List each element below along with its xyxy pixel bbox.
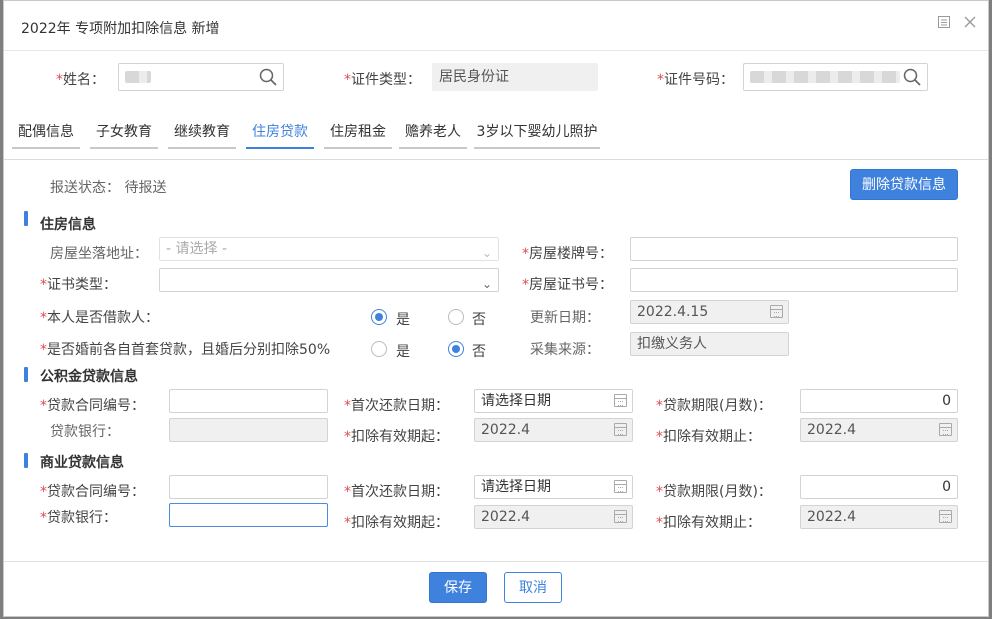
report-status: 报送状态： 待报送 — [50, 180, 167, 196]
section-title-fund-loan: 公积金贷款信息 — [40, 369, 138, 385]
fund-term-label: *贷款期限(月数)： — [656, 398, 772, 414]
fund-first-repay-date[interactable]: 请选择日期 — [474, 389, 633, 413]
section-marker — [24, 453, 28, 468]
no-label: 否 — [472, 312, 486, 328]
name-input[interactable] — [118, 63, 284, 91]
calendar-icon — [614, 394, 627, 407]
update-date-label: 更新日期： — [530, 310, 600, 326]
self-borrower-label: *本人是否借款人： — [40, 310, 159, 326]
dialog-titlebar: 2022年 专项附加扣除信息 新增 — [4, 1, 988, 51]
name-label: *姓名： — [56, 72, 105, 88]
update-date-field: 2022.4.15 — [630, 300, 789, 324]
fund-bank-field — [169, 418, 328, 442]
fund-contract-label: *贷款合同编号： — [40, 398, 145, 414]
dialog: 2022年 专项附加扣除信息 新增 *姓名： *证件类型： 居民身份证 *证件号… — [3, 0, 989, 617]
fund-term-input[interactable]: 0 — [800, 389, 958, 413]
tab-spouse[interactable]: 配偶信息 — [12, 119, 80, 149]
self-borrower-no-radio[interactable] — [448, 309, 464, 325]
fund-start-label: *扣除有效期起： — [344, 429, 449, 445]
tab-housing-rent[interactable]: 住房租金 — [324, 119, 392, 149]
commercial-bank-input[interactable] — [169, 503, 328, 527]
tab-continuing-education[interactable]: 继续教育 — [168, 119, 236, 149]
calendar-icon — [614, 480, 627, 493]
cert-type-select[interactable]: ⌄ — [159, 268, 499, 292]
id-type-value: 居民身份证 — [432, 63, 598, 91]
calendar-icon — [770, 305, 783, 318]
section-title-housing: 住房信息 — [40, 217, 96, 233]
id-number-input[interactable] — [743, 63, 928, 91]
commercial-contract-input[interactable] — [169, 475, 328, 499]
fund-end-label: *扣除有效期止： — [656, 429, 761, 445]
cancel-button[interactable]: 取消 — [504, 572, 562, 603]
search-icon[interactable] — [902, 67, 922, 87]
address-select[interactable]: - 请选择 - ⌄ — [159, 237, 499, 261]
section-title-commercial-loan: 商业贷款信息 — [40, 455, 124, 471]
source-field: 扣缴义务人 — [630, 332, 789, 356]
house-no-label: *房屋楼牌号： — [522, 246, 613, 262]
premarital-label: *是否婚前各自首套贷款，且婚后分别扣除50% — [40, 342, 331, 358]
section-marker — [24, 367, 28, 382]
id-type-label: *证件类型： — [344, 72, 421, 88]
source-label: 采集来源： — [530, 342, 600, 358]
fund-end-date: 2022.4 — [800, 418, 958, 442]
delete-loan-button[interactable]: 删除贷款信息 — [850, 169, 958, 200]
id-number-label: *证件号码： — [657, 72, 734, 88]
fund-contract-input[interactable] — [169, 389, 328, 413]
commercial-bank-label: *贷款银行： — [40, 510, 117, 526]
house-no-input[interactable] — [630, 237, 958, 261]
search-icon[interactable] — [258, 67, 278, 87]
commercial-start-date: 2022.4 — [474, 505, 633, 529]
tab-elderly-support[interactable]: 赡养老人 — [399, 119, 467, 149]
calendar-icon — [939, 510, 952, 523]
cert-no-label: *房屋证书号： — [522, 277, 613, 293]
commercial-term-input[interactable]: 0 — [800, 475, 958, 499]
fund-first-repay-label: *首次还款日期： — [344, 398, 449, 414]
section-marker — [24, 211, 28, 226]
yes-label: 是 — [396, 312, 410, 328]
fund-start-date: 2022.4 — [474, 418, 633, 442]
cert-no-input[interactable] — [630, 268, 958, 292]
no-label: 否 — [472, 344, 486, 360]
tab-housing-loan[interactable]: 住房贷款 — [246, 119, 314, 149]
divider — [4, 159, 988, 160]
fund-bank-label: 贷款银行： — [50, 424, 120, 440]
commercial-first-repay-date[interactable]: 请选择日期 — [474, 475, 633, 499]
calendar-icon — [614, 510, 627, 523]
tab-infant-care[interactable]: 3岁以下婴幼儿照护 — [474, 119, 600, 149]
close-icon[interactable] — [962, 15, 978, 31]
yes-label: 是 — [396, 344, 410, 360]
commercial-term-label: *贷款期限(月数)： — [656, 484, 772, 500]
premarital-yes-radio[interactable] — [371, 341, 387, 357]
commercial-start-label: *扣除有效期起： — [344, 515, 449, 531]
dialog-title: 2022年 专项附加扣除信息 新增 — [21, 21, 220, 37]
commercial-contract-label: *贷款合同编号： — [40, 484, 145, 500]
minimize-icon[interactable] — [936, 15, 952, 31]
commercial-end-label: *扣除有效期止： — [656, 515, 761, 531]
save-button[interactable]: 保存 — [429, 572, 487, 603]
commercial-first-repay-label: *首次还款日期： — [344, 484, 449, 500]
calendar-icon — [939, 423, 952, 436]
calendar-icon — [614, 423, 627, 436]
tab-children-education[interactable]: 子女教育 — [90, 119, 158, 149]
chevron-down-icon: ⌄ — [481, 246, 492, 260]
self-borrower-yes-radio[interactable] — [371, 309, 387, 325]
commercial-end-date: 2022.4 — [800, 505, 958, 529]
cert-type-label: *证书类型： — [40, 277, 117, 293]
address-label: 房屋坐落地址： — [50, 246, 148, 262]
premarital-no-radio[interactable] — [448, 341, 464, 357]
chevron-down-icon: ⌄ — [481, 277, 492, 291]
footer-divider — [4, 561, 988, 562]
